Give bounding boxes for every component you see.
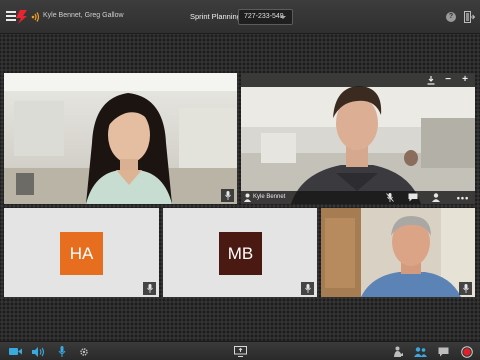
raise-hand-icon[interactable] (392, 345, 406, 358)
settings-icon[interactable] (77, 345, 91, 358)
person-icon (244, 193, 251, 202)
microphone-muted-icon[interactable] (383, 191, 397, 204)
participant-name: Kyle Bennet (253, 194, 286, 200)
meeting-id-value: 727-233-549 (244, 13, 284, 20)
microphone-icon[interactable] (143, 282, 156, 295)
participant-video (321, 208, 475, 297)
participants-icon[interactable] (413, 345, 427, 358)
camera-icon[interactable] (8, 345, 22, 358)
microphone-icon[interactable] (301, 282, 314, 295)
top-bar: Kyle Bennet, Greg Gallow Sprint Planning… (0, 0, 480, 34)
microphone-icon[interactable] (55, 345, 69, 358)
chat-icon[interactable] (406, 191, 420, 204)
help-icon[interactable]: ? (446, 12, 456, 22)
microphone-icon[interactable] (221, 189, 234, 202)
video-tile-active-speaker[interactable]: − + Kyle Bennet ••• (241, 73, 475, 204)
participants-list: Kyle Bennet, Greg Gallow (43, 12, 124, 19)
audio-icon[interactable] (31, 11, 41, 23)
microphone-icon[interactable] (459, 282, 472, 295)
more-options-icon[interactable]: ••• (455, 191, 471, 204)
participant-video (241, 73, 475, 204)
video-tile[interactable] (4, 73, 237, 204)
maximize-icon[interactable]: + (461, 75, 469, 85)
logo-icon (16, 10, 27, 24)
video-tile[interactable] (321, 208, 475, 297)
bottom-toolbar (0, 341, 480, 360)
screen-share-icon[interactable] (233, 345, 247, 358)
avatar: MB (219, 232, 262, 275)
record-icon[interactable] (460, 345, 474, 358)
avatar-tile[interactable]: MB (163, 208, 317, 297)
chevron-down-icon (280, 16, 286, 19)
avatar: HA (60, 232, 103, 275)
person-icon[interactable] (429, 191, 443, 204)
tile-controls: − + (241, 73, 475, 87)
meeting-id-dropdown[interactable]: 727-233-549 (238, 9, 293, 25)
minimize-icon[interactable]: − (444, 75, 452, 85)
speaker-icon[interactable] (31, 345, 45, 358)
avatar-tile[interactable]: HA (4, 208, 159, 297)
download-icon[interactable] (427, 75, 435, 85)
leave-icon[interactable] (464, 11, 475, 23)
participant-video (4, 73, 237, 204)
meeting-title: Sprint Planning (190, 12, 241, 21)
chat-icon[interactable] (436, 345, 450, 358)
tile-footer: Kyle Bennet ••• (241, 191, 475, 204)
